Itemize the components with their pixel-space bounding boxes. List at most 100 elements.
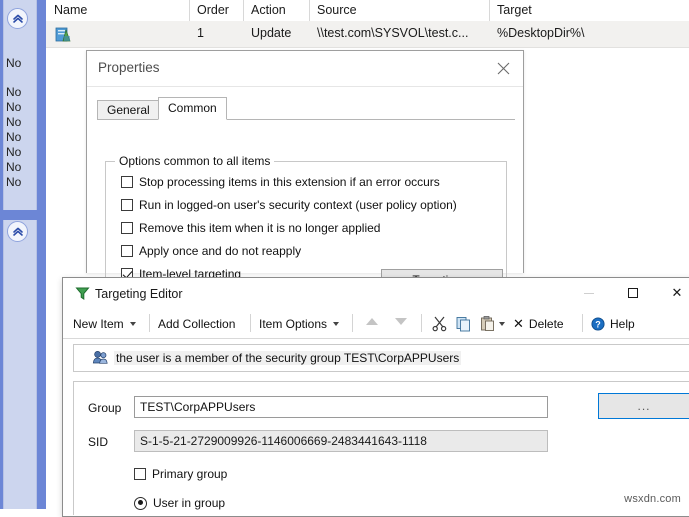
condition-detail-pane: Group TEST\CorpAPPUsers ... SID S-1-5-21… [73,381,689,515]
minimize-icon[interactable] [567,278,611,308]
condition-text[interactable]: the user is a member of the security gro… [114,351,462,365]
targeting-editor-title: Targeting Editor [95,287,183,301]
targeting-editor-window: Targeting Editor ✕ New Item Add Collecti… [62,277,689,517]
shortcut-file-icon [54,25,72,43]
column-header-target[interactable]: Target [497,3,532,17]
close-icon[interactable] [489,56,517,80]
expand-chevron-up-icon[interactable] [7,221,28,242]
nav-value: No [6,130,22,144]
checkbox-stop-processing[interactable] [121,176,133,188]
targeting-editor-toolbar: New Item Add Collection Item Options ✕ D… [63,310,689,339]
tab-general[interactable]: General [97,100,160,119]
filter-funnel-icon [75,286,90,301]
item-options-button[interactable]: Item Options [259,313,340,334]
help-label: Help [610,316,635,331]
copy-icon[interactable] [455,315,472,332]
column-divider[interactable] [489,0,490,21]
checkbox-remove-when-not-applied[interactable] [121,222,133,234]
new-item-button[interactable]: New Item [73,313,136,334]
checkbox-primary-group[interactable] [134,468,146,480]
close-icon[interactable]: ✕ [655,278,689,308]
x-icon: ✕ [513,315,524,331]
properties-dialog: Properties General Common Options common… [86,50,524,294]
toolbar-separator [250,314,251,332]
column-header-action[interactable]: Action [251,3,286,17]
nav-value: No [6,100,22,114]
column-divider[interactable] [189,0,190,21]
cell-action: Update [251,26,292,40]
cell-order: 1 [197,26,204,40]
option-label: Remove this item when it is no longer ap… [139,221,381,235]
paste-icon[interactable] [479,315,496,332]
cell-target: %DesktopDir%\ [497,26,585,40]
option-apply-once[interactable]: Apply once and do not reapply [121,242,301,260]
sid-input: S-1-5-21-2729009926-1146006669-248344164… [134,430,548,452]
properties-title: Properties [98,60,160,75]
chevron-down-icon[interactable] [129,321,136,326]
nav-value: No [6,85,22,99]
svg-text:?: ? [595,319,601,329]
properties-tabstrip: General Common [97,97,515,120]
table-row[interactable]: 1 Update \\test.com\SYSVOL\test.c... %De… [46,21,689,48]
nav-value: No [6,175,22,189]
column-header-order[interactable]: Order [197,3,229,17]
condition-list: the user is a member of the security gro… [73,344,689,372]
help-button[interactable]: ? Help [591,313,635,334]
targeting-editor-titlebar[interactable]: Targeting Editor ✕ [63,278,689,310]
checkbox-run-in-user-context[interactable] [121,199,133,211]
nav-blue-band-divider [0,210,46,220]
nav-value: No [6,145,22,159]
arrow-up-icon[interactable] [366,318,378,325]
sid-field-label: SID [88,435,109,449]
scissors-icon[interactable] [431,315,448,332]
group-field-label: Group [88,401,122,415]
column-divider[interactable] [309,0,310,21]
left-navigation-strip: No No No No No No No No [0,0,46,509]
radio-user-in-group[interactable] [134,496,147,510]
paste-dropdown[interactable] [499,313,505,334]
browse-group-button[interactable]: ... [598,393,689,419]
chevron-down-icon[interactable] [499,321,505,326]
arrow-down-icon[interactable] [395,318,407,325]
column-header-source[interactable]: Source [317,3,357,17]
delete-button[interactable]: ✕ Delete [513,313,564,334]
toolbar-separator [352,314,353,332]
checkbox-apply-once[interactable] [121,245,133,257]
primary-group-option[interactable]: Primary group [134,466,227,482]
chevron-down-icon[interactable] [333,321,340,326]
item-options-label: Item Options [259,316,328,331]
list-column-header: Name Order Action Source Target [46,0,689,22]
delete-label: Delete [528,316,564,331]
toolbar-separator [421,314,422,332]
options-groupbox-label: Options common to all items [115,154,275,168]
option-label: Stop processing items in this extension … [139,175,440,189]
option-remove-when-not-applied[interactable]: Remove this item when it is no longer ap… [121,219,380,237]
nav-value: No [6,115,22,129]
properties-titlebar[interactable]: Properties [87,51,523,87]
primary-group-label: Primary group [152,467,228,481]
cell-source: \\test.com\SYSVOL\test.c... [317,26,469,40]
user-group-icon [92,349,109,366]
nav-value: No [6,56,22,70]
nav-panel-lower [3,220,37,509]
collapse-chevron-up-icon[interactable] [7,8,28,29]
option-label: Apply once and do not reapply [139,244,302,258]
column-divider[interactable] [243,0,244,21]
toolbar-separator [582,314,583,332]
maximize-icon[interactable] [611,278,655,308]
nav-value: No [6,160,22,174]
option-run-in-user-context[interactable]: Run in logged-on user's security context… [121,196,457,214]
user-in-group-label: User in group [153,496,226,510]
toolbar-separator [149,314,150,332]
tab-common[interactable]: Common [158,97,227,120]
option-stop-processing[interactable]: Stop processing items in this extension … [121,173,440,191]
question-circle-icon: ? [591,316,605,331]
column-header-name[interactable]: Name [54,3,87,17]
add-collection-label: Add Collection [158,316,236,331]
option-label: Run in logged-on user's security context… [139,198,457,212]
group-input[interactable]: TEST\CorpAPPUsers [134,396,548,418]
watermark: wsxdn.com [624,493,681,505]
properties-body: General Common Options common to all ite… [87,87,523,294]
new-item-label: New Item [73,316,124,331]
add-collection-button[interactable]: Add Collection [158,313,235,334]
